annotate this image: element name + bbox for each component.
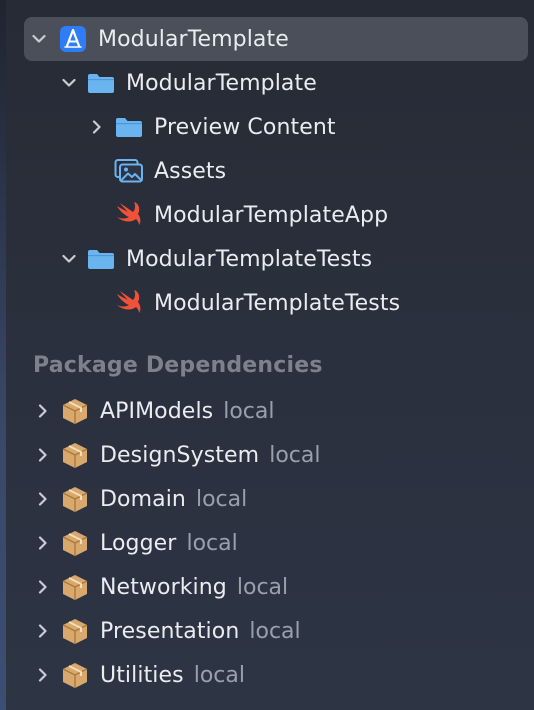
project-name: ModularTemplate	[98, 26, 289, 52]
chevron-right-icon[interactable]	[32, 444, 54, 466]
tree-row-package[interactable]: Networking local	[32, 565, 288, 609]
group-name: ModularTemplateTests	[126, 246, 373, 272]
chevron-right-icon[interactable]	[32, 400, 54, 422]
package-location-tag: local	[269, 442, 321, 468]
package-name: APIModels	[100, 398, 214, 424]
package-name: Presentation	[100, 618, 240, 644]
chevron-right-icon[interactable]	[32, 664, 54, 686]
package-icon	[60, 485, 90, 513]
package-icon	[60, 529, 90, 557]
package-location-tag: local	[236, 574, 289, 600]
package-name: Networking	[100, 574, 227, 600]
package-location-tag: local	[193, 662, 245, 688]
tree-row-package[interactable]: Utilities local	[32, 653, 245, 697]
chevron-right-icon[interactable]	[86, 116, 108, 138]
package-location-tag: local	[223, 398, 275, 424]
project-navigator: ModularTemplate ModularTemplate Preview …	[6, 0, 534, 710]
xcode-project-icon	[58, 25, 88, 53]
package-icon	[60, 617, 90, 645]
folder-icon	[86, 245, 116, 273]
folder-icon	[86, 69, 116, 97]
chevron-down-icon[interactable]	[58, 72, 80, 94]
chevron-right-icon[interactable]	[32, 620, 54, 642]
tree-row-group-tests[interactable]: ModularTemplateTests	[58, 237, 372, 281]
tree-row-tests-file[interactable]: ModularTemplateTests	[114, 281, 400, 325]
tree-row-app-file[interactable]: ModularTemplateApp	[114, 193, 388, 237]
package-name: Utilities	[100, 662, 184, 688]
tree-row-package[interactable]: DesignSystem local	[32, 433, 320, 477]
chevron-right-icon[interactable]	[32, 532, 54, 554]
tree-row-project[interactable]: ModularTemplate	[24, 17, 528, 61]
package-name: DesignSystem	[100, 442, 260, 468]
tree-row-preview-content[interactable]: Preview Content	[86, 105, 336, 149]
tree-row-package[interactable]: Presentation local	[32, 609, 301, 653]
package-location-tag: local	[195, 486, 248, 512]
asset-catalog-name: Assets	[154, 158, 227, 184]
package-name: Domain	[100, 486, 186, 512]
package-name: Logger	[100, 530, 177, 556]
package-location-tag: local	[186, 530, 238, 556]
group-name: ModularTemplate	[126, 70, 317, 96]
chevron-right-icon[interactable]	[32, 576, 54, 598]
package-icon	[60, 397, 90, 425]
swift-file-name: ModularTemplateApp	[154, 202, 389, 228]
tree-row-package[interactable]: Domain local	[32, 477, 247, 521]
chevron-down-icon[interactable]	[58, 248, 80, 270]
chevron-down-icon[interactable]	[28, 28, 50, 50]
package-icon	[60, 573, 90, 601]
swift-icon	[114, 201, 144, 229]
folder-name: Preview Content	[154, 114, 336, 140]
swift-icon	[114, 289, 144, 317]
tree-row-assets[interactable]: Assets	[114, 149, 226, 193]
swift-file-name: ModularTemplateTests	[154, 290, 401, 316]
tree-row-package[interactable]: Logger local	[32, 521, 238, 565]
package-icon	[60, 441, 90, 469]
package-location-tag: local	[249, 618, 301, 644]
tree-row-package[interactable]: APIModels local	[32, 389, 275, 433]
chevron-right-icon[interactable]	[32, 488, 54, 510]
package-dependencies-header: Package Dependencies	[33, 353, 323, 378]
asset-catalog-icon	[114, 157, 144, 185]
package-icon	[60, 661, 90, 689]
tree-row-group-main[interactable]: ModularTemplate	[58, 61, 317, 105]
folder-icon	[114, 113, 144, 141]
